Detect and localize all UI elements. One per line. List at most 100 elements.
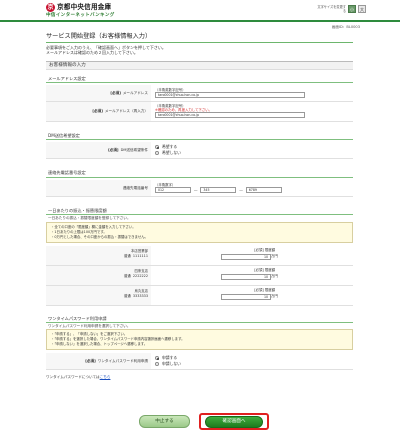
phone-label: 連絡先電話番号	[122, 185, 148, 190]
bank-logo-icon: 京	[46, 3, 55, 12]
email-table: [必須] メールアドレス （半角英数字記号） taro0001@chuo.hon.…	[46, 85, 353, 122]
page-title: サービス開始登録（お客様情報入力）	[46, 33, 353, 43]
dm-option-label: 希望する	[162, 143, 178, 149]
otp-option-no-apply[interactable]: 申請しない	[155, 360, 353, 367]
phone-inputs: 012 ― 345 ― 6789	[155, 187, 353, 194]
radio-icon	[155, 151, 159, 156]
email-confirm-field[interactable]: taro0001@chuo.hon.co.jp	[155, 112, 305, 119]
otp-label: ワンタイムパスワード利用申請	[97, 358, 148, 363]
phone-field-3[interactable]: 6789	[245, 187, 282, 194]
otp-section-title: ワンタイムパスワード利用申請	[46, 314, 353, 323]
radio-selected-icon	[155, 356, 159, 361]
limits-section-title: 一日あたりの振込・振替限度額	[46, 206, 353, 216]
account-type: 普通	[123, 273, 131, 278]
limit-label: [必須] 限度額	[254, 288, 275, 292]
limit-input[interactable]: 10	[221, 293, 271, 300]
radio-selected-icon	[155, 145, 159, 150]
confirm-button[interactable]: 確認画面へ	[205, 416, 263, 428]
dm-label-cell: [必須] DM送信希望条件	[46, 141, 151, 160]
site-header: 京 京都中央信用金庫 中信インターネットバンキング 文字サイズを変更する 小 大	[0, 0, 400, 22]
intro-line: メールアドレスは確認のため２回入力して下さい。	[46, 50, 138, 56]
account-number: 3333333	[132, 293, 148, 298]
bank-logo[interactable]: 京 京都中央信用金庫	[46, 3, 111, 12]
phone-separator: ―	[239, 187, 243, 192]
required-badge: [必須]	[110, 90, 121, 95]
limit-input[interactable]: 10	[221, 273, 271, 280]
otp-note: 「申請しない」を選択した場合、トップページへ遷移します。	[51, 342, 348, 347]
account-type: 普通	[123, 293, 131, 298]
phone-section-title: 連絡先電話番号設定	[46, 168, 353, 178]
required-badge: [必須]	[254, 247, 264, 252]
phone-field-cell: （半角数字） 012 ― 345 ― 6789	[151, 179, 353, 198]
email-field[interactable]: taro0001@chuo.hon.co.jp	[155, 92, 305, 99]
limits-description: 一日あたりの振込・振替限度額を登録して下さい。	[48, 216, 131, 221]
intro-text: 必要事項をご入力のうえ、「確認画面へ」ボタンを押して下さい。 メールアドレスは確…	[46, 45, 353, 56]
phone-field-1[interactable]: 012	[155, 187, 191, 194]
account-info: 烏丸支店 普通 3333333	[46, 285, 151, 305]
fontsize-label: 文字サイズを変更する	[317, 5, 346, 14]
phone-table: 連絡先電話番号 （半角数字） 012 ― 345 ― 6789	[46, 179, 353, 198]
limit-unit: 万円	[270, 274, 278, 279]
limit-label-text: 限度額	[264, 247, 275, 252]
otp-option-apply[interactable]: 申請する	[155, 354, 353, 361]
otp-option-label: 申請する	[162, 354, 178, 360]
otp-footer-text: ワンタイムパスワードについては	[46, 374, 100, 379]
font-large-button[interactable]: 大	[358, 5, 366, 13]
email-field-cell: （半角英数字記号） taro0001@chuo.hon.co.jp	[151, 85, 353, 102]
limit-cell: [必須] 限度額 10 万円	[151, 246, 353, 265]
section-title: お客様情報の入力	[46, 60, 353, 70]
bank-name: 京都中央信用金庫	[57, 3, 112, 12]
font-small-button[interactable]: 小	[348, 5, 356, 13]
phone-separator: ―	[194, 187, 198, 192]
radio-icon	[155, 361, 159, 366]
account-number: 1111111	[132, 253, 148, 258]
email-label-cell: [必須] メールアドレス	[46, 85, 151, 102]
limits-note: 0万円とした場合、その口座からの振込・振替はできません。	[51, 235, 348, 240]
screen-id: 画面ID：BL0003	[331, 25, 360, 29]
dm-option-no[interactable]: 希望しない	[155, 149, 353, 156]
dm-option-yes[interactable]: 希望する	[155, 143, 353, 150]
dm-section-title: DM送信希望設定	[46, 131, 353, 140]
otp-notes: 「申請する」、「申請しない」をご選択下さい。 「申請する」を選択した場合、ワンタ…	[46, 329, 353, 351]
limit-unit: 万円	[270, 254, 278, 259]
limit-label: [必須] 限度額	[254, 248, 275, 252]
otp-info-link[interactable]: こちら	[100, 375, 111, 379]
cancel-button[interactable]: 中止する	[139, 415, 190, 428]
limits-notes: 全ての口座の「限度額」欄に金額を入力して下さい。 1日あたりの上限は100万円で…	[46, 221, 353, 243]
account-info: 本店営業部 普通 1111111	[46, 245, 151, 265]
required-badge: [必須]	[85, 358, 96, 363]
limit-label-text: 限度額	[264, 267, 275, 272]
limit-row: 烏丸支店 普通 3333333 [必須] 限度額 10 万円	[46, 285, 353, 306]
otp-footer: ワンタイムパスワードについてはこちら	[46, 375, 353, 379]
otp-options: 申請する 申請しない	[151, 353, 353, 370]
main-content: サービス開始登録（お客様情報入力） 必要事項をご入力のうえ、「確認画面へ」ボタン…	[46, 33, 353, 379]
email-confirm-label-cell: [必須] メールアドレス（再入力）	[46, 101, 151, 122]
phone-field-2[interactable]: 345	[200, 187, 237, 194]
dm-label: DM送信希望条件	[120, 147, 148, 152]
email-label: メールアドレス	[122, 90, 148, 95]
limit-input[interactable]: 10	[221, 253, 271, 260]
otp-option-label: 申請しない	[162, 360, 181, 366]
limits-table: 本店営業部 普通 1111111 [必須] 限度額 10 万円 四条支店 普通 …	[46, 245, 353, 306]
otp-label-cell: [必須] ワンタイムパスワード利用申請	[46, 353, 151, 370]
required-badge: [必須]	[254, 267, 264, 272]
limit-label: [必須] 限度額	[254, 268, 275, 272]
service-name: 中信インターネットバンキング	[46, 13, 115, 18]
account-type: 普通	[123, 253, 131, 258]
action-buttons: 中止する 確認画面へ	[0, 413, 400, 433]
account-number: 2222222	[132, 273, 148, 278]
limit-label-text: 限度額	[264, 287, 275, 292]
limit-row: 四条支店 普通 2222222 [必須] 限度額 10 万円	[46, 265, 353, 286]
required-badge: [必須]	[254, 287, 264, 292]
limit-cell: [必須] 限度額 10 万円	[151, 266, 353, 285]
limit-unit: 万円	[270, 294, 278, 299]
limit-cell: [必須] 限度額 10 万円	[151, 286, 353, 305]
confirm-button-highlight: 確認画面へ	[199, 413, 269, 430]
dm-option-label: 希望しない	[162, 149, 181, 155]
required-badge: [必須]	[92, 108, 103, 113]
email-confirm-field-cell: （半角英数字記号） ※確認のため、再度入力して下さい。 taro0001@chu…	[151, 101, 353, 122]
email-confirm-label: メールアドレス（再入力）	[104, 108, 148, 113]
account-info: 四条支店 普通 2222222	[46, 265, 151, 285]
otp-description: ワンタイムパスワード利用申請を選択して下さい。	[48, 323, 131, 328]
otp-table: [必須] ワンタイムパスワード利用申請 申請する 申請しない	[46, 353, 353, 370]
